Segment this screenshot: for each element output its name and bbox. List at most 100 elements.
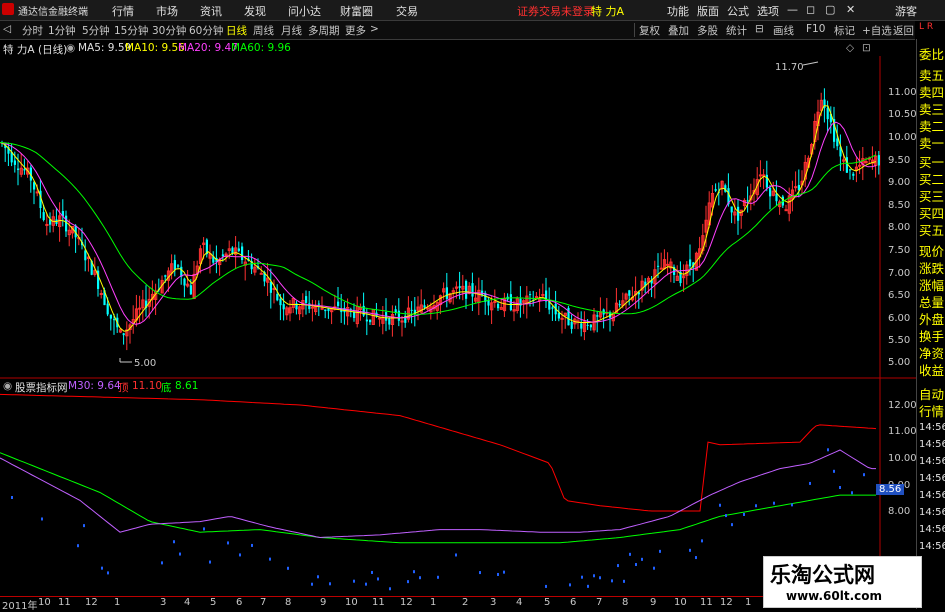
tool-watchlist[interactable]: +自选 (862, 23, 892, 38)
close-icon[interactable]: ✕ (846, 3, 855, 16)
diamond-icon[interactable]: ◇ (846, 42, 854, 54)
candle-body (327, 308, 330, 312)
tool-adjust[interactable]: 复权 (639, 23, 660, 38)
price-tick: 6.50 (888, 290, 911, 301)
candle-body (714, 189, 717, 191)
indicator-dot (161, 561, 163, 565)
indicator-dot (773, 501, 775, 505)
quote-label[interactable]: 行情 (919, 401, 944, 420)
indicator-dot (455, 553, 457, 557)
expand-icon[interactable]: ⊡ (862, 42, 871, 54)
price-tick: 8.50 (888, 200, 911, 211)
app-title: 通达信金融终端 (18, 7, 88, 18)
period-intraday[interactable]: 分时 (22, 23, 43, 38)
m30-line (0, 449, 876, 539)
indicator-dot (251, 543, 253, 547)
low-annotation: 5.00 (134, 358, 156, 369)
menu-function[interactable]: 功能 (667, 3, 689, 19)
nav-left-icon[interactable]: ◁ (3, 23, 11, 35)
indicator-dot (863, 473, 865, 477)
period-5min[interactable]: 5分钟 (82, 23, 110, 38)
menu-layout[interactable]: 版面 (697, 3, 719, 19)
menu-ask[interactable]: 问小达 (288, 3, 321, 19)
candle-body (487, 300, 490, 306)
user-guest[interactable]: 游客 (895, 3, 917, 19)
tool-f10[interactable]: F10 (806, 23, 825, 35)
login-notice[interactable]: 证券交易未登录 (517, 3, 594, 19)
candle-body (493, 301, 497, 304)
tool-draw[interactable]: 画线 (773, 23, 794, 38)
date-tick: 1 (114, 597, 121, 608)
candle-body (378, 317, 382, 320)
candle-body (231, 247, 234, 254)
date-tick: 9 (650, 597, 657, 608)
period-30min[interactable]: 30分钟 (152, 23, 186, 38)
indicator-dot (623, 579, 625, 583)
candle-body (388, 318, 391, 325)
tool-stats[interactable]: 统计 (726, 23, 747, 38)
period-weekly[interactable]: 周线 (253, 23, 274, 38)
restore-icon[interactable]: ◻ (806, 3, 815, 16)
candle-body (45, 223, 49, 226)
price-tick: 5.50 (888, 335, 911, 346)
maximize-icon[interactable]: ▢ (825, 3, 835, 16)
period-60min[interactable]: 60分钟 (189, 23, 223, 38)
candle-body (423, 305, 426, 308)
candle-body (183, 278, 186, 286)
candle-body (221, 254, 224, 257)
candle-body (797, 184, 800, 191)
menu-news[interactable]: 资讯 (200, 3, 222, 19)
indicator-dot (203, 527, 205, 531)
kline-chart[interactable]: 11.70 5.00 (0, 56, 916, 596)
menu-trade[interactable]: 交易 (396, 3, 418, 19)
top-label: 顶 (118, 382, 129, 394)
period-1min[interactable]: 1分钟 (48, 23, 76, 38)
minimize-icon[interactable]: — (787, 3, 798, 16)
candle-body (497, 303, 500, 309)
tick-time: 14:56 (919, 490, 945, 501)
ruler-icon[interactable]: ⊟ (755, 23, 764, 35)
candle-body (138, 307, 142, 310)
tool-back[interactable]: 返回 (893, 23, 914, 38)
indicator-dot (11, 496, 13, 500)
menu-formula[interactable]: 公式 (727, 3, 749, 19)
ma10-line (0, 105, 877, 332)
tick-time: 14:56 (919, 541, 945, 552)
panel-header[interactable]: L R (919, 22, 941, 36)
date-tick: 11 (700, 597, 713, 608)
tool-mark[interactable]: 标记 (834, 23, 855, 38)
candle-body (628, 290, 631, 296)
tool-overlay[interactable]: 叠加 (668, 23, 689, 38)
period-more[interactable]: 更多 (345, 23, 366, 38)
indicator-dot (329, 582, 331, 586)
indicator-dot (731, 523, 733, 527)
period-daily[interactable]: 日线 (226, 23, 247, 38)
settings-icon[interactable]: ◉ (66, 42, 75, 54)
candle-body (109, 314, 112, 319)
candle-body (282, 304, 285, 310)
tool-multi-stock[interactable]: 多股 (697, 23, 718, 38)
indicator-dot (635, 563, 637, 567)
indicator-dot (851, 491, 853, 495)
indicator-dot (743, 512, 745, 516)
date-tick: 11 (372, 597, 385, 608)
candle-body (737, 206, 740, 221)
menu-options[interactable]: 选项 (757, 3, 779, 19)
toolbar-divider (634, 23, 635, 37)
candle-body (122, 333, 125, 336)
candle-body (471, 283, 474, 297)
period-multi[interactable]: 多周期 (308, 23, 340, 38)
indicator-dot (503, 570, 505, 574)
menu-quotes[interactable]: 行情 (112, 3, 134, 19)
indicator-dot (209, 560, 211, 564)
indicator-settings-icon[interactable]: ◉ (3, 380, 12, 392)
period-monthly[interactable]: 月线 (281, 23, 302, 38)
more-arrow-icon[interactable]: > (370, 23, 379, 35)
menu-discover[interactable]: 发现 (244, 3, 266, 19)
candle-body (458, 286, 461, 288)
indicator-dot (725, 514, 727, 518)
menu-market[interactable]: 市场 (156, 3, 178, 19)
candle-body (730, 206, 733, 213)
menu-wealth[interactable]: 财富圈 (340, 3, 373, 19)
period-15min[interactable]: 15分钟 (114, 23, 148, 38)
